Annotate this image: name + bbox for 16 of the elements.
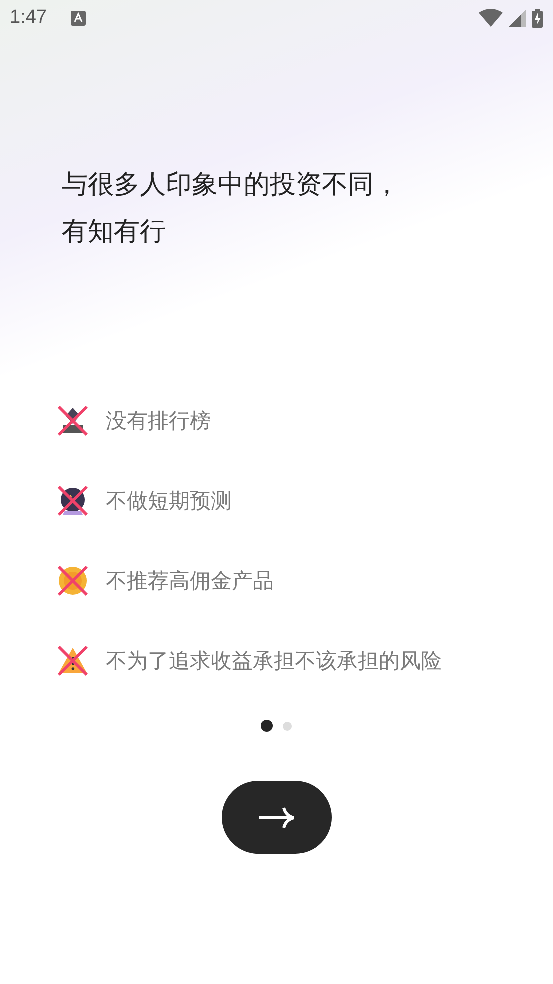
heading-line: 有知有行 bbox=[62, 217, 166, 247]
wifi-icon bbox=[479, 9, 503, 27]
principle-text: 不做短期预测 bbox=[106, 488, 232, 514]
principle-text: 不推荐高佣金产品 bbox=[106, 568, 274, 594]
signal-icon bbox=[509, 10, 526, 26]
heading-line: 与很多人印象中的投资不同， bbox=[62, 170, 400, 200]
status-time: 1:47 bbox=[10, 7, 47, 29]
crossed-out-crystal-ball-icon bbox=[57, 484, 89, 516]
principle-text: 没有排行榜 bbox=[106, 408, 211, 434]
crossed-out-coin-icon bbox=[57, 564, 89, 596]
principle-text: 不为了追求收益承担不该承担的风险 bbox=[106, 648, 442, 674]
crossed-out-warning-icon bbox=[57, 644, 89, 676]
crossed-out-trophy-icon bbox=[57, 404, 89, 436]
battery-icon bbox=[532, 8, 543, 28]
arrow-right-icon bbox=[258, 806, 296, 830]
keyboard-icon bbox=[70, 10, 86, 26]
